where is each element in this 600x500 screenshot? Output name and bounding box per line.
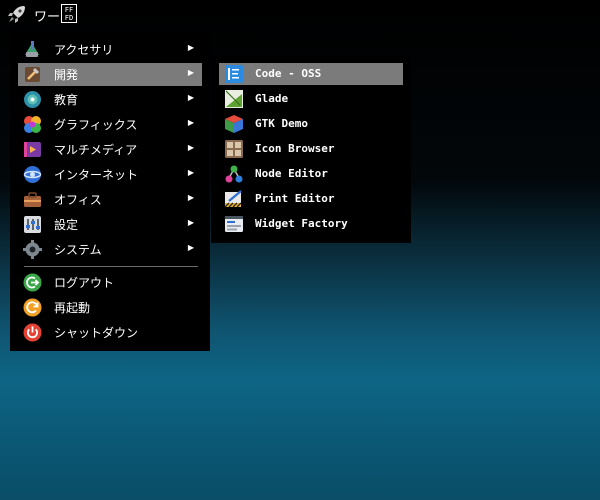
submenu-label: Node Editor — [255, 167, 328, 180]
icon-browser-icon — [224, 139, 244, 159]
submenu-arrow-icon: ▶ — [187, 68, 194, 77]
education-icon — [23, 90, 42, 109]
submenu-label: Code - OSS — [255, 67, 322, 80]
submenu-label: Print Editor — [255, 192, 335, 205]
submenu-label: Glade — [255, 92, 289, 105]
submenu-label: Widget Factory — [255, 217, 348, 230]
menu-item-graphics[interactable]: グラフィックス ▶ — [18, 113, 202, 136]
internet-icon — [23, 165, 42, 184]
print-editor-icon — [224, 189, 244, 209]
unknown-glyph-line-1: FF — [64, 6, 74, 14]
settings-icon — [23, 215, 42, 234]
submenu-item-node-editor[interactable]: Node Editor — [219, 163, 403, 185]
menu-item-education[interactable]: 教育 ▶ — [18, 88, 202, 111]
graphics-icon — [23, 115, 42, 134]
submenu-item-print-editor[interactable]: Print Editor — [219, 188, 403, 210]
reboot-icon — [23, 298, 42, 317]
menu-label: システム — [54, 243, 102, 257]
menu-label: シャットダウン — [54, 326, 139, 340]
menu-label: 開発 — [54, 68, 79, 82]
menu-label: マルチメディア — [54, 143, 138, 157]
submenu-arrow-icon: ▶ — [187, 243, 194, 252]
menu-item-reboot[interactable]: 再起動 — [18, 296, 202, 319]
submenu-arrow-icon: ▶ — [187, 143, 194, 152]
submenu-arrow-icon: ▶ — [187, 43, 194, 52]
submenu-item-widget-factory[interactable]: Widget Factory — [219, 213, 403, 235]
submenu-arrow-icon: ▶ — [187, 168, 194, 177]
submenu-arrow-icon: ▶ — [187, 118, 194, 127]
menu-item-office[interactable]: オフィス ▶ — [18, 188, 202, 211]
logout-icon — [23, 273, 42, 292]
system-icon — [23, 240, 42, 259]
development-icon — [23, 65, 42, 84]
menu-label: アクセサリ — [54, 43, 114, 57]
menu-label: 教育 — [54, 93, 79, 107]
menu-item-accessories[interactable]: アクセサリ ▶ — [18, 38, 202, 61]
office-icon — [23, 190, 42, 209]
menu-separator — [24, 266, 198, 267]
submenu-item-glade[interactable]: Glade — [219, 88, 403, 110]
submenu-arrow-icon: ▶ — [187, 218, 194, 227]
menu-label: 再起動 — [54, 301, 91, 315]
top-panel: ワー FF FD — [0, 0, 600, 30]
menu-label: オフィス — [54, 193, 102, 207]
application-menu: アクセサリ ▶ 開発 ▶ 教育 ▶ グラフィックス ▶ マルチメディア ▶ イン… — [10, 30, 210, 351]
menu-item-multimedia[interactable]: マルチメディア ▶ — [18, 138, 202, 161]
submenu-label: GTK Demo — [255, 117, 308, 130]
glade-icon — [224, 89, 244, 109]
development-submenu: Code - OSS Glade GTK Demo Icon Browser N… — [211, 55, 411, 243]
rocket-icon[interactable] — [6, 3, 28, 25]
menu-label: インターネット — [54, 168, 139, 182]
menu-label: グラフィックス — [54, 118, 138, 132]
menu-item-shutdown[interactable]: シャットダウン — [18, 321, 202, 344]
menu-item-development[interactable]: 開発 ▶ — [18, 63, 202, 86]
submenu-arrow-icon: ▶ — [187, 93, 194, 102]
submenu-item-gtk-demo[interactable]: GTK Demo — [219, 113, 403, 135]
submenu-label: Icon Browser — [255, 142, 335, 155]
menu-item-logout[interactable]: ログアウト — [18, 271, 202, 294]
node-editor-icon — [224, 164, 244, 184]
menu-label: ログアウト — [54, 276, 115, 290]
menu-item-settings[interactable]: 設定 ▶ — [18, 213, 202, 236]
workspace-label[interactable]: ワー — [34, 6, 60, 25]
menu-label: 設定 — [54, 218, 79, 232]
submenu-item-code-oss[interactable]: Code - OSS — [219, 63, 403, 85]
submenu-item-icon-browser[interactable]: Icon Browser — [219, 138, 403, 160]
menu-item-internet[interactable]: インターネット ▶ — [18, 163, 202, 186]
unknown-glyph-line-2: FD — [64, 14, 74, 22]
vscode-icon — [224, 64, 244, 84]
shutdown-icon — [23, 323, 42, 342]
gtk-icon — [224, 114, 244, 134]
accessories-icon — [23, 40, 42, 59]
unknown-glyph-box: FF FD — [61, 4, 77, 23]
multimedia-icon — [23, 140, 42, 159]
menu-item-system[interactable]: システム ▶ — [18, 238, 202, 261]
widget-factory-icon — [224, 214, 244, 234]
submenu-arrow-icon: ▶ — [187, 193, 194, 202]
